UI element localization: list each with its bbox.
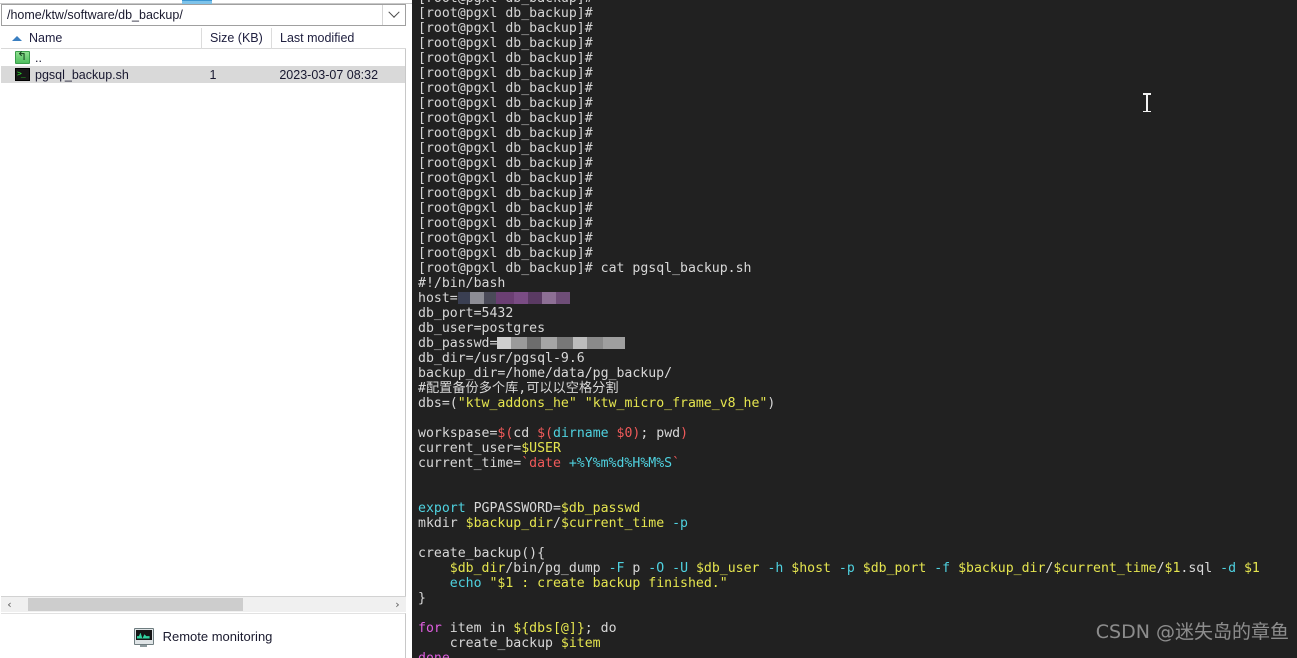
script-comment-line: #配置备份多个库,可以以空格分割 — [418, 381, 619, 396]
script-db-user-line: db_user=postgres — [418, 321, 546, 336]
terminal-prompt: [root@pgxl db_backup]# — [418, 171, 593, 186]
column-header-modified[interactable]: Last modified — [271, 27, 406, 49]
terminal-prompt: [root@pgxl db_backup]# — [418, 261, 593, 276]
script-function-decl: create_backup(){ — [418, 546, 546, 561]
script-dbs-line: dbs=("ktw_addons_he" "ktw_micro_frame_v8… — [418, 396, 776, 411]
terminal-prompt-line: [root@pgxl db_backup]# — [412, 81, 1297, 96]
script-blank-3 — [412, 486, 1297, 501]
terminal-prompt-line: [root@pgxl db_backup]# — [412, 186, 1297, 201]
status-label: Remote monitoring — [162, 628, 273, 644]
column-header-modified-label: Last modified — [280, 31, 355, 45]
terminal-prompt-line: [root@pgxl db_backup]# — [412, 156, 1297, 171]
column-header-size-label: Size (KB) — [210, 31, 263, 45]
terminal-prompt-line: [root@pgxl db_backup]# — [412, 111, 1297, 126]
terminal-prompt-line: [root@pgxl db_backup]# — [412, 246, 1297, 261]
terminal-prompt-line: [root@pgxl db_backup]# — [412, 36, 1297, 51]
script-db-passwd-line: db_passwd= — [412, 336, 1297, 351]
terminal-prompt: [root@pgxl db_backup]# — [418, 126, 593, 141]
file-size-cell: 1 — [209, 67, 217, 82]
script-workspase-line: workspase=$(cd $(dirname $0); pwd) — [418, 426, 689, 441]
redacted-password-value — [497, 337, 626, 349]
terminal-prompt-line: [root@pgxl db_backup]# — [412, 216, 1297, 231]
terminal-prompt: [root@pgxl db_backup]# — [418, 81, 593, 96]
column-header-name[interactable]: Name — [1, 28, 201, 49]
script-db-dir-line: db_dir=/usr/pgsql-9.6 — [418, 351, 585, 366]
script-for-line: for item in ${dbs[@]}; do — [418, 621, 617, 636]
file-name-label: pgsql_backup.sh — [35, 67, 129, 82]
terminal-prompt: [root@pgxl db_backup]# — [418, 36, 593, 51]
script-blank-4 — [412, 531, 1297, 546]
status-bar: Remote monitoring — [1, 613, 406, 658]
terminal-prompt-history: [root@pgxl db_backup]# [root@pgxl db_back… — [412, 0, 1297, 261]
scroll-right-arrow-icon[interactable]: › — [389, 597, 406, 613]
terminal-prompt: [root@pgxl db_backup]# — [418, 141, 593, 156]
terminal-prompt-line: [root@pgxl db_backup]# — [412, 201, 1297, 216]
app-window: /home/ktw/software/db_backup/ Name Size … — [0, 0, 1297, 658]
sort-ascending-icon — [12, 35, 22, 41]
script-current-user-line: current_user=$USER — [418, 441, 561, 456]
script-mkdir-line: mkdir $backup_dir/$current_time -p — [418, 516, 688, 531]
table-row[interactable]: pgsql_backup.sh 1 2023-03-07 08:32 — [1, 66, 405, 83]
file-name-label: .. — [35, 50, 42, 65]
terminal-prompt: [root@pgxl db_backup]# — [418, 201, 593, 216]
script-blank-1 — [412, 411, 1297, 426]
scroll-left-arrow-icon[interactable]: ‹ — [1, 597, 18, 613]
terminal-prompt-line: [root@pgxl db_backup]# — [412, 141, 1297, 156]
terminal-prompt-line: [root@pgxl db_backup]# — [412, 51, 1297, 66]
up-directory-icon — [15, 51, 30, 64]
column-header-size[interactable]: Size (KB) — [201, 27, 271, 49]
script-function-end: } — [418, 591, 426, 606]
remote-monitoring-icon — [133, 627, 154, 647]
address-bar[interactable]: /home/ktw/software/db_backup/ — [1, 4, 406, 26]
script-shebang: #!/bin/bash — [418, 276, 506, 291]
script-blank-5 — [412, 606, 1297, 621]
file-list[interactable]: .. pgsql_backup.sh 1 2023-03-07 08:32 — [1, 49, 406, 604]
horizontal-scrollbar[interactable]: ‹ › — [1, 596, 406, 612]
terminal-prompt: [root@pgxl db_backup]# — [418, 51, 593, 66]
column-header-name-label: Name — [29, 31, 63, 45]
terminal-pane[interactable]: [root@pgxl db_backup]# [root@pgxl db_back… — [412, 0, 1297, 658]
address-input[interactable]: /home/ktw/software/db_backup/ — [2, 5, 382, 25]
script-export-line: export PGPASSWORD=$db_passwd — [418, 501, 641, 516]
script-pgdump-line: $db_dir/bin/pg_dump -F p -O -U $db_user … — [449, 561, 1260, 576]
terminal-prompt-line: [root@pgxl db_backup]# — [412, 6, 1297, 21]
script-host-line: host= — [412, 291, 1297, 306]
terminal-prompt-line: [root@pgxl db_backup]# — [412, 66, 1297, 81]
terminal-prompt-line: [root@pgxl db_backup]# — [412, 231, 1297, 246]
terminal-command-line: [root@pgxl db_backup]# cat pgsql_backup.… — [412, 261, 1297, 276]
terminal-prompt: [root@pgxl db_backup]# — [418, 96, 593, 111]
file-browser-panel: /home/ktw/software/db_backup/ Name Size … — [0, 0, 412, 658]
script-backup-dir-line: backup_dir=/home/data/pg_backup/ — [418, 366, 673, 381]
script-call-line: create_backup $item — [449, 636, 601, 651]
terminal-prompt: [root@pgxl db_backup]# — [418, 216, 593, 231]
terminal-prompt-line: [root@pgxl db_backup]# — [412, 96, 1297, 111]
terminal-prompt: [root@pgxl db_backup]# — [418, 111, 593, 126]
terminal-prompt: [root@pgxl db_backup]# — [418, 6, 593, 21]
file-name-cell: .. — [1, 51, 201, 65]
script-done-line: done — [412, 651, 1297, 658]
scrollbar-track[interactable] — [18, 597, 389, 613]
terminal-prompt-line: [root@pgxl db_backup]# — [412, 21, 1297, 36]
terminal-prompt: [root@pgxl db_backup]# — [418, 21, 593, 36]
script-current-time-line: current_time=`date +%Y%m%d%H%M%S` — [418, 456, 681, 471]
script-db-port-line: db_port=5432 — [418, 306, 514, 321]
terminal-prompt-line: [root@pgxl db_backup]# — [412, 126, 1297, 141]
terminal-prompt: [root@pgxl db_backup]# — [418, 231, 593, 246]
terminal-prompt: [root@pgxl db_backup]# — [418, 246, 593, 261]
terminal-prompt: [root@pgxl db_backup]# — [418, 66, 593, 81]
redacted-host-value — [457, 292, 570, 304]
terminal-prompt: [root@pgxl db_backup]# — [418, 186, 593, 201]
shell-script-icon — [15, 68, 30, 81]
chevron-down-icon[interactable] — [382, 5, 405, 25]
file-list-header: Name Size (KB) Last modified — [1, 27, 406, 49]
file-modified-cell: 2023-03-07 08:32 — [279, 67, 379, 82]
script-blank-2 — [412, 471, 1297, 486]
script-echo-line: echo "$1 : create backup finished." — [449, 576, 728, 591]
file-name-cell: pgsql_backup.sh — [1, 68, 201, 82]
terminal-prompt: [root@pgxl db_backup]# — [418, 156, 593, 171]
table-row[interactable]: .. — [1, 49, 405, 66]
terminal-prompt-line: [root@pgxl db_backup]# — [412, 171, 1297, 186]
scrollbar-thumb[interactable] — [28, 597, 243, 611]
terminal-command: cat pgsql_backup.sh — [600, 261, 752, 276]
